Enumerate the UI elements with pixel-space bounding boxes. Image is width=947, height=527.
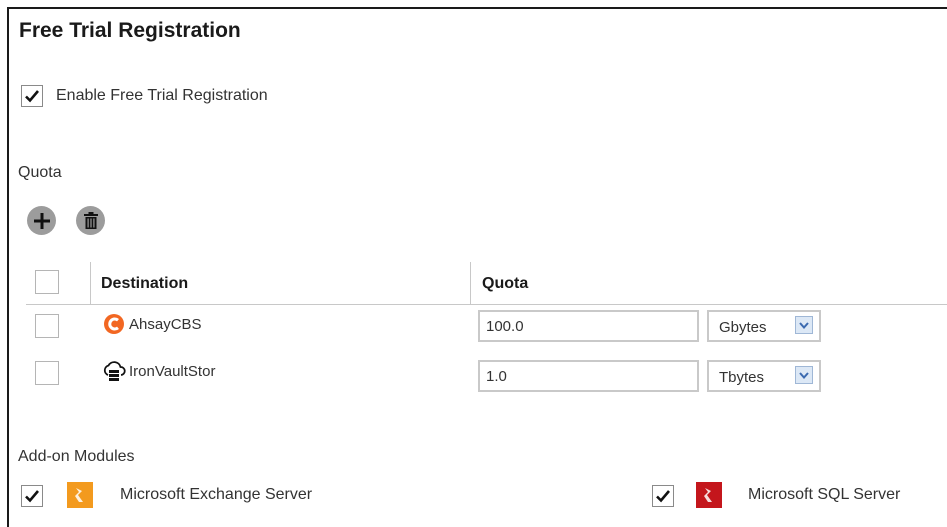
exchange-module-checkbox[interactable] <box>21 485 43 507</box>
page-title: Free Trial Registration <box>19 19 241 42</box>
exchange-module-icon <box>67 482 93 508</box>
exchange-module-name: Microsoft Exchange Server <box>120 486 313 503</box>
sql-module-name: Microsoft SQL Server <box>748 486 901 503</box>
select-all-checkbox[interactable] <box>35 270 59 294</box>
quota-value-input[interactable]: 1.0 <box>478 360 699 392</box>
checkmark-icon <box>25 490 39 503</box>
trash-icon <box>83 211 98 229</box>
addon-modules-label: Add-on Modules <box>18 448 135 465</box>
checkmark-icon <box>656 490 670 503</box>
quota-unit-select[interactable]: Tbytes <box>707 360 821 392</box>
chevron-down-icon[interactable] <box>795 316 813 334</box>
enable-free-trial-checkbox[interactable] <box>21 85 43 107</box>
enable-free-trial-label: Enable Free Trial Registration <box>56 87 268 104</box>
quota-value-input[interactable]: 100.0 <box>478 310 699 342</box>
ahsay-logo-icon <box>104 314 124 334</box>
add-quota-button[interactable] <box>27 206 56 235</box>
row-checkbox[interactable] <box>35 361 59 385</box>
destination-name: IronVaultStor <box>129 363 216 380</box>
quota-section-label: Quota <box>18 164 62 181</box>
checkmark-icon <box>25 90 39 103</box>
panel-frame <box>7 7 947 527</box>
destination-column-header: Destination <box>101 275 189 292</box>
delete-quota-button[interactable] <box>76 206 105 235</box>
cloud-storage-icon <box>102 360 126 382</box>
quota-column-header: Quota <box>482 275 529 292</box>
sql-module-icon <box>696 482 722 508</box>
row-checkbox[interactable] <box>35 314 59 338</box>
unit-value: Gbytes <box>719 319 767 336</box>
sql-module-checkbox[interactable] <box>652 485 674 507</box>
unit-value: Tbytes <box>719 369 765 386</box>
chevron-down-icon[interactable] <box>795 366 813 384</box>
destination-name: AhsayCBS <box>129 316 202 333</box>
quota-unit-select[interactable]: Gbytes <box>707 310 821 342</box>
plus-icon <box>33 212 50 229</box>
